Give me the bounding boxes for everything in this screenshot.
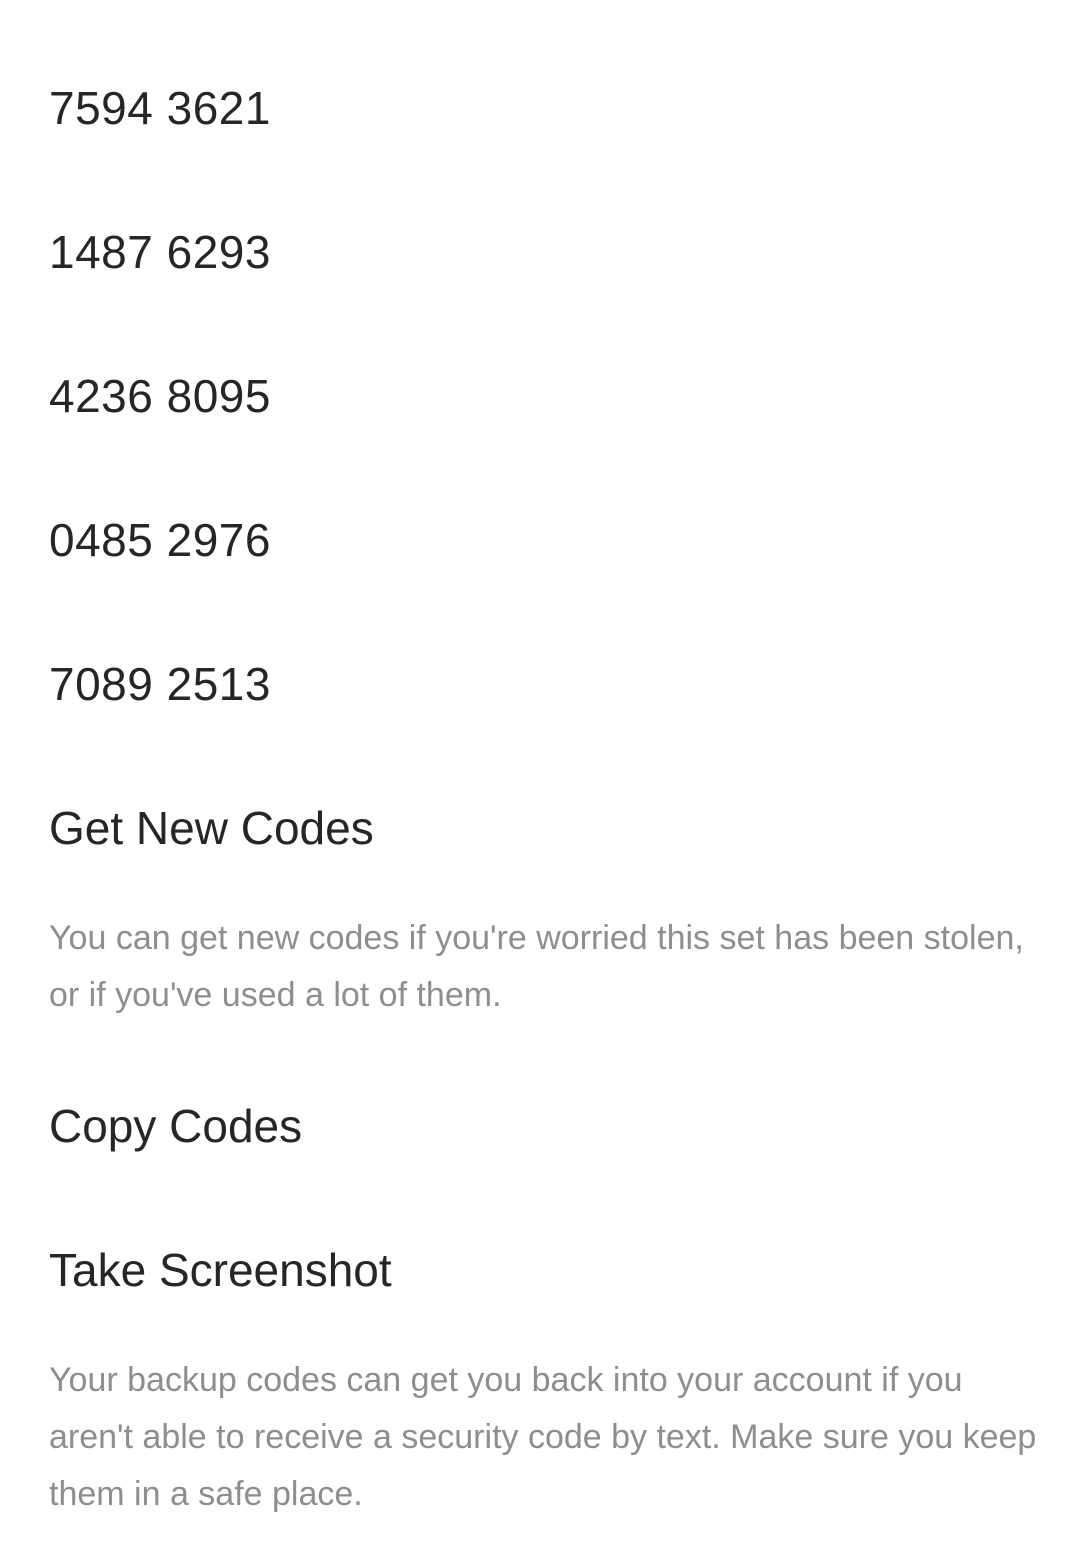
backup-code: 0485 2976	[49, 514, 271, 566]
backup-codes-screen: 7594 3621 1487 6293 4236 8095 0485 2976 …	[0, 0, 1080, 1560]
backup-codes-info-text: Your backup codes can get you back into …	[49, 1361, 1037, 1513]
copy-codes-button[interactable]: Copy Codes	[49, 1098, 302, 1154]
backup-code: 7089 2513	[49, 658, 271, 710]
backup-code: 1487 6293	[49, 226, 271, 278]
get-new-codes-description: You can get new codes if you're worried …	[49, 919, 1024, 1014]
take-screenshot-button[interactable]: Take Screenshot	[49, 1242, 392, 1298]
backup-code: 4236 8095	[49, 370, 271, 422]
get-new-codes-button[interactable]: Get New Codes	[49, 800, 374, 856]
backup-code: 7594 3621	[49, 82, 271, 134]
